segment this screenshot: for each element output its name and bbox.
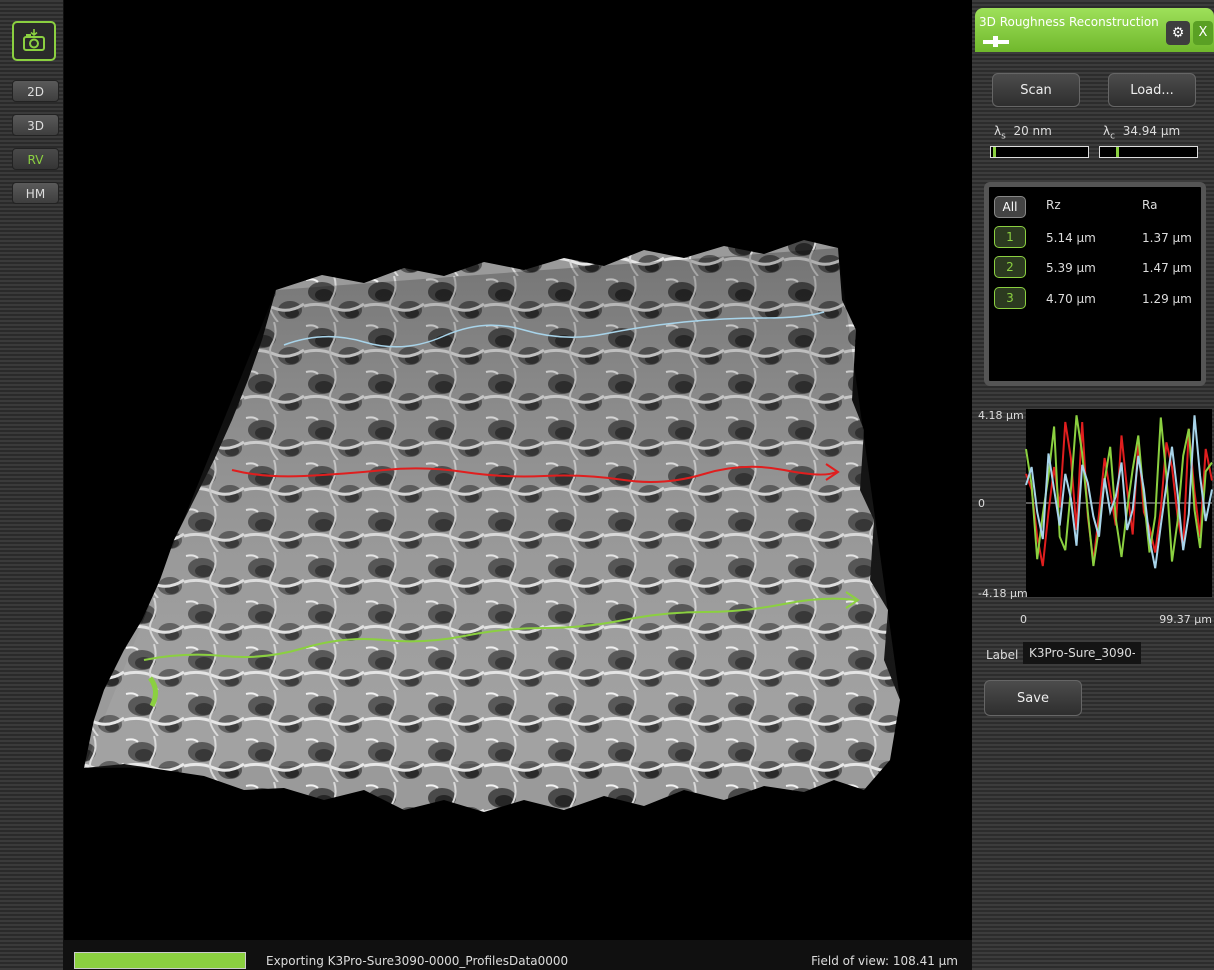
- rz-column-header: Rz: [1046, 198, 1061, 212]
- status-message: Exporting K3Pro-Sure3090-0000_ProfilesDa…: [266, 954, 569, 968]
- lambda-s-slider[interactable]: [990, 146, 1089, 158]
- mode-hm-button[interactable]: HM: [12, 182, 59, 204]
- export-progress-fill: [75, 953, 245, 968]
- gear-icon: ⚙: [1171, 25, 1185, 41]
- ra-column-header: Ra: [1142, 198, 1158, 212]
- y-max-tick: 4.18 µm: [978, 409, 1024, 422]
- mode-3d-button[interactable]: 3D: [12, 114, 59, 136]
- lambda-c-slider[interactable]: [1099, 146, 1198, 158]
- profile-1-rz: 5.14 µm: [1046, 231, 1096, 245]
- left-toolbar: 2D 3D RV HM: [0, 0, 64, 970]
- panel-opacity-slider-handle[interactable]: [993, 36, 998, 47]
- surface-shading: [84, 248, 900, 768]
- label-input[interactable]: [1023, 642, 1141, 664]
- panel-title: 3D Roughness Reconstruction: [979, 15, 1159, 29]
- profile-3-button[interactable]: 3: [994, 287, 1026, 309]
- capture-button[interactable]: [12, 21, 56, 61]
- scan-button[interactable]: Scan: [992, 73, 1080, 107]
- select-all-profiles-button[interactable]: All: [994, 196, 1026, 218]
- profile-chart[interactable]: 4.18 µm 0 -4.18 µm 0 99.37 µm: [974, 405, 1214, 635]
- status-bar: Exporting K3Pro-Sure3090-0000_ProfilesDa…: [64, 940, 972, 970]
- profile-3-ra: 1.29 µm: [1142, 292, 1192, 306]
- profile-2-rz: 5.39 µm: [1046, 261, 1096, 275]
- profile-2-ra: 1.47 µm: [1142, 261, 1192, 275]
- camera-icon: [23, 29, 45, 51]
- lambda-c-value: 34.94 µm: [1122, 124, 1181, 138]
- settings-button[interactable]: ⚙: [1166, 21, 1190, 45]
- mode-rv-button[interactable]: RV: [12, 148, 59, 170]
- x-min-tick: 0: [1020, 613, 1027, 626]
- close-button[interactable]: X: [1193, 21, 1213, 45]
- lambda-s-value: 20 nm: [1013, 124, 1052, 138]
- panel-header: 3D Roughness Reconstruction ⚙ X: [975, 8, 1214, 52]
- label-caption: Label: [986, 648, 1019, 662]
- lambda-c-slider-handle[interactable]: [1116, 147, 1119, 157]
- profile-1-button[interactable]: 1: [994, 226, 1026, 248]
- field-of-view-readout: Field of view: 108.41 µm: [811, 954, 958, 968]
- lambda-s-label: λs 20 nm: [994, 124, 1052, 142]
- profile-1-ra: 1.37 µm: [1142, 231, 1192, 245]
- y-zero-tick: 0: [978, 497, 985, 510]
- profile-3-rz: 4.70 µm: [1046, 292, 1096, 306]
- lambda-s-slider-handle[interactable]: [993, 147, 996, 157]
- export-progress-bar: [74, 952, 246, 969]
- y-min-tick: -4.18 µm: [978, 587, 1028, 600]
- mode-2d-button[interactable]: 2D: [12, 80, 59, 102]
- surface-render[interactable]: [64, 0, 972, 970]
- load-button[interactable]: Load...: [1108, 73, 1196, 107]
- x-max-tick: 99.37 µm: [1159, 613, 1212, 626]
- save-button[interactable]: Save: [984, 680, 1082, 716]
- lambda-c-label: λc 34.94 µm: [1103, 124, 1181, 142]
- profile-2-button[interactable]: 2: [994, 256, 1026, 278]
- 3d-viewport[interactable]: [64, 0, 972, 970]
